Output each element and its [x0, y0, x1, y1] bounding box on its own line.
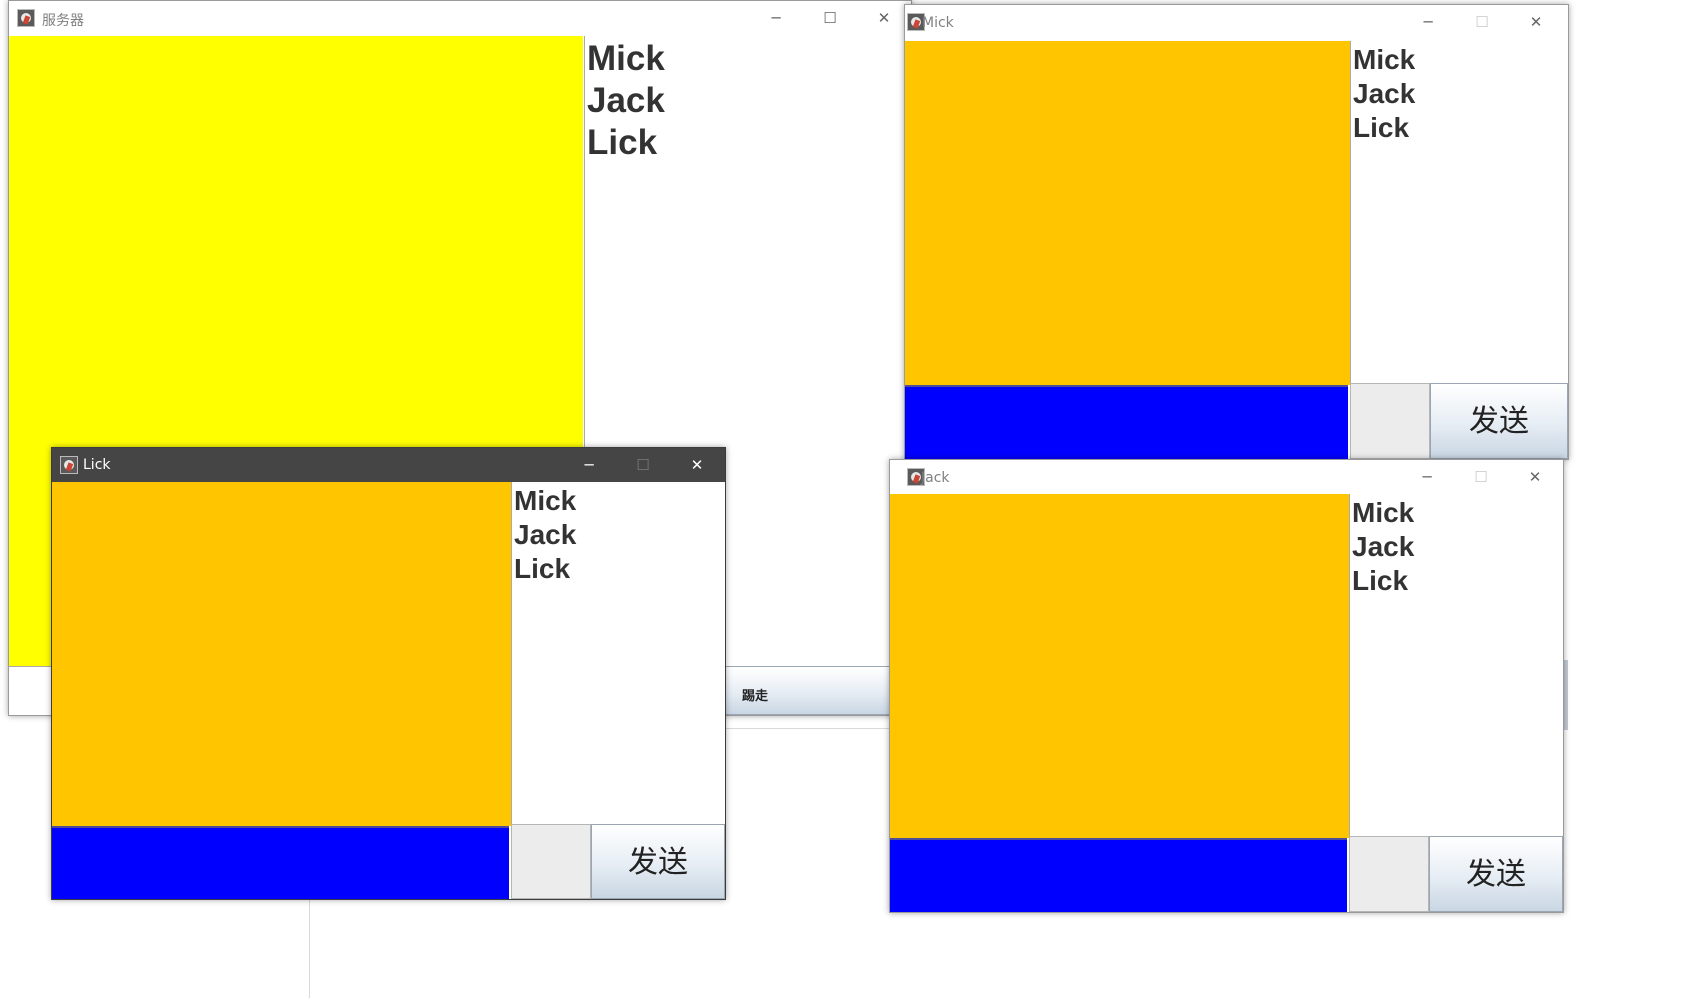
user-list-item[interactable]: Lick: [1352, 564, 1563, 598]
user-list-item[interactable]: Jack: [587, 80, 911, 122]
minimize-icon[interactable]: ─: [1401, 5, 1455, 39]
user-list-item[interactable]: Lick: [587, 122, 911, 164]
mick-titlebar[interactable]: Mick ─ ☐ ✕: [905, 5, 1568, 39]
desktop-edge: [724, 728, 910, 729]
maximize-icon: ☐: [1474, 468, 1488, 486]
online-user-list[interactable]: Mick Jack Lick: [1350, 41, 1568, 385]
user-list-item[interactable]: Jack: [1353, 77, 1568, 111]
maximize-icon[interactable]: ☐: [803, 1, 857, 35]
message-field[interactable]: [1349, 836, 1429, 912]
jack-titlebar[interactable]: Jack ─ ☐ ✕: [890, 460, 1563, 494]
close-icon[interactable]: ✕: [1509, 5, 1563, 39]
window-title: Lick: [83, 457, 111, 473]
online-user-list[interactable]: Mick Jack Lick: [511, 482, 725, 826]
server-titlebar[interactable]: 服务器 ─ ☐ ✕: [9, 1, 911, 35]
send-button-label: 发送: [1466, 857, 1526, 892]
window-title: Jack: [921, 470, 950, 486]
user-list-item[interactable]: Mick: [1352, 496, 1563, 530]
java-duke-icon: [60, 456, 78, 474]
user-list-item[interactable]: Lick: [1353, 111, 1568, 145]
desktop-edge: [309, 898, 310, 998]
maximize-icon: ☐: [1475, 13, 1489, 31]
send-button[interactable]: 发送: [591, 824, 725, 899]
chat-canvas: [905, 41, 1350, 385]
online-user-list[interactable]: Mick Jack Lick: [1349, 494, 1563, 838]
lick-client-window: Lick ─ ☐ ✕ Mick Jack Lick 发送: [51, 447, 726, 900]
send-button[interactable]: 发送: [1430, 383, 1568, 459]
user-list-item[interactable]: Jack: [514, 518, 725, 552]
close-icon[interactable]: ✕: [857, 1, 911, 35]
maximize-icon: ☐: [636, 456, 650, 474]
minimize-icon[interactable]: ─: [562, 448, 616, 482]
send-button-label: 发送: [628, 845, 688, 880]
user-list-item[interactable]: Jack: [1352, 530, 1563, 564]
kick-button[interactable]: 踢走: [724, 666, 911, 715]
kick-button-label: 踢走: [742, 689, 769, 704]
java-duke-icon: [17, 9, 35, 27]
message-input[interactable]: [52, 826, 509, 899]
window-title: 服务器: [42, 13, 84, 29]
message-input[interactable]: [905, 385, 1348, 459]
send-button-label: 发送: [1469, 404, 1529, 439]
jack-client-window: Jack ─ ☐ ✕ Mick Jack Lick 发送: [889, 459, 1564, 913]
mick-client-window: Mick ─ ☐ ✕ Mick Jack Lick 发送: [904, 4, 1569, 460]
user-list-item[interactable]: Mick: [587, 38, 911, 80]
close-icon[interactable]: ✕: [1508, 460, 1562, 494]
minimize-icon[interactable]: ─: [1400, 460, 1454, 494]
close-icon[interactable]: ✕: [670, 448, 724, 482]
chat-canvas: [52, 482, 511, 826]
user-list-item[interactable]: Mick: [514, 484, 725, 518]
window-title: Mick: [922, 15, 954, 31]
send-button[interactable]: 发送: [1429, 836, 1563, 912]
user-list-item[interactable]: Lick: [514, 552, 725, 586]
minimize-icon[interactable]: ─: [749, 1, 803, 35]
lick-titlebar[interactable]: Lick ─ ☐ ✕: [52, 448, 725, 482]
message-field[interactable]: [511, 824, 591, 899]
user-list-item[interactable]: Mick: [1353, 43, 1568, 77]
message-field[interactable]: [1350, 383, 1430, 459]
message-input[interactable]: [890, 838, 1347, 912]
chat-canvas: [890, 494, 1349, 838]
